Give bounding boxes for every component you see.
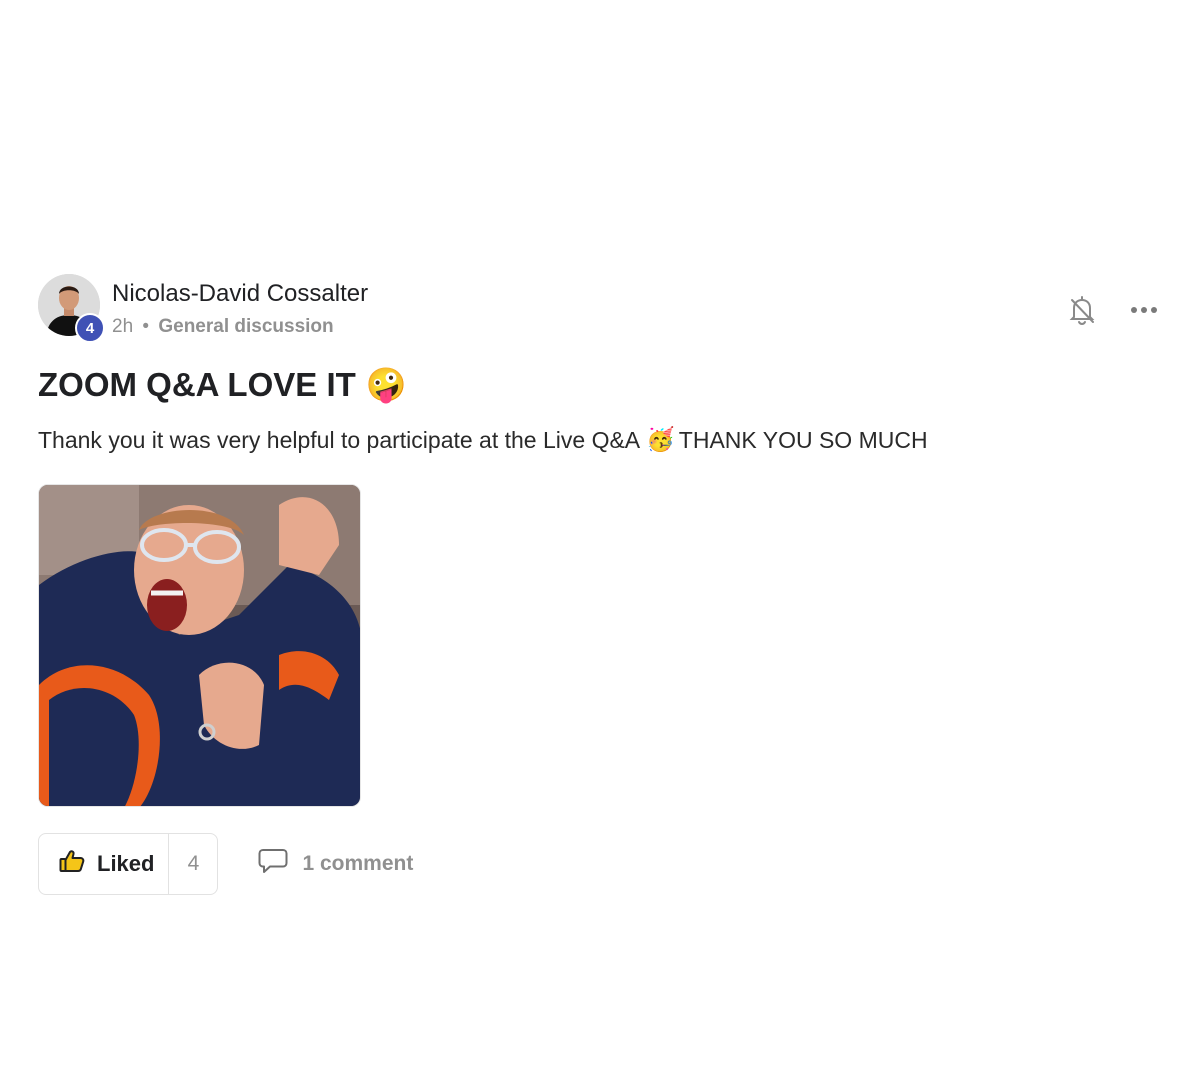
meta-separator: • <box>142 316 150 337</box>
zany-face-emoji: 🤪 <box>365 365 407 404</box>
post-time: 2h <box>112 316 134 337</box>
author-name[interactable]: Nicolas-David Cossalter <box>112 280 368 308</box>
post-body-text-end: THANK YOU SO MUCH <box>678 427 928 453</box>
like-button[interactable]: Liked <box>39 834 170 894</box>
like-count[interactable]: 4 <box>169 834 217 894</box>
thumbs-up-icon <box>59 849 85 879</box>
post-gif[interactable] <box>38 484 361 807</box>
header-actions <box>1064 292 1162 328</box>
post-category[interactable]: General discussion <box>158 316 333 337</box>
level-badge: 4 <box>75 313 105 343</box>
party-face-emoji: 🥳 <box>646 427 675 453</box>
post-body-text-start: Thank you it was very helpful to partici… <box>38 427 641 453</box>
post-gif-image <box>39 485 360 806</box>
comment-bubble-icon <box>258 848 288 880</box>
bell-off-icon[interactable] <box>1064 292 1100 328</box>
post-actions: Liked 4 1 comment <box>38 833 1162 895</box>
post-title-text: ZOOM Q&A LOVE IT <box>38 366 356 403</box>
like-label: Liked <box>97 851 155 876</box>
post-title: ZOOM Q&A LOVE IT 🤪 <box>38 364 1162 406</box>
post-body: Thank you it was very helpful to partici… <box>38 424 1162 456</box>
comment-label: 1 comment <box>302 852 414 875</box>
more-horizontal-icon[interactable] <box>1126 292 1162 328</box>
post-header: 4 Nicolas-David Cossalter 2h • General d… <box>38 274 1162 343</box>
like-group: Liked 4 <box>38 833 219 895</box>
comment-button[interactable]: 1 comment <box>258 848 413 880</box>
post-meta: 2h • General discussion <box>112 315 334 339</box>
post-card: 4 Nicolas-David Cossalter 2h • General d… <box>38 274 1162 895</box>
